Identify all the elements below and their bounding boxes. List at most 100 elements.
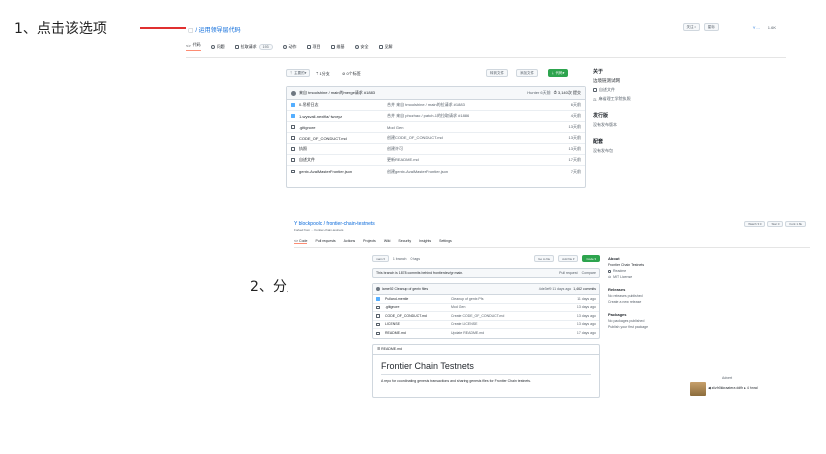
tab-wiki[interactable]: 维基 [330,42,345,51]
file-commit-message[interactable]: 更新README.md [387,157,419,163]
ad-text[interactable]: ◀ ziizfr0kkraatera ddfh ▸ 4 hnral [708,386,758,390]
star-button[interactable]: 星标 [703,23,719,31]
fork-repo-title[interactable]: Y blockpoolc / frontier-chain-testnets [294,221,375,227]
file-commit-message[interactable]: Create CODE_OF_CONDUCT.md [451,314,504,318]
file-name[interactable]: 0-吊桥日志 [299,102,319,108]
file-name[interactable]: 自述文件 [299,157,315,163]
file-row[interactable]: 执照 创建许可 13天前 [287,144,585,155]
tab-code[interactable]: <> 代码 [186,42,201,51]
tab-projects[interactable]: Projects [363,239,376,244]
tab-issues[interactable]: 问题 [210,42,225,51]
tab-insights[interactable]: 见解 [378,42,393,51]
create-release-link[interactable]: Create a new release [608,300,688,304]
tab-wiki[interactable]: Wiki [384,239,391,244]
commit-count[interactable]: ⏱ 3,140次 提交 [554,90,581,96]
watch-button[interactable]: Watch ▾ 0 [744,221,766,227]
tags-link[interactable]: ⊘ 0个标签 [342,71,361,77]
file-name[interactable]: 1-wysvall-nexifia/ tworyz [299,114,342,119]
issues-icon [210,44,215,49]
file-name[interactable]: 执照 [299,146,307,152]
file-row[interactable]: CODE_OF_CONDUCT.md 创建CODE_OF_CONDUCT.md 13… [287,133,585,144]
tab-code[interactable]: <> Code [294,239,308,244]
branches-link[interactable]: ᛘ 1分支 [316,71,330,77]
add-file-button[interactable]: 添加文件 [516,69,538,77]
publish-package-link[interactable]: Publish your first package [608,325,688,329]
file-row[interactable]: Pulland-mentle Cleanup of gentx Pfs 11 day… [373,295,599,304]
watch-button[interactable]: 关注 • [682,23,700,31]
tab-projects[interactable]: 项目 [306,42,321,51]
fork-button[interactable]: Fork 1.6k [785,221,806,227]
file-name[interactable]: CODE_OF_CONDUCT.md [385,314,427,318]
file-commit-time: 13 days ago [576,322,596,327]
file-row[interactable]: gentx-AvalMasterFrontier.json 创建gentx-Ava… [287,166,585,177]
tab-pull-requests[interactable]: 拉取请求 193 [234,42,273,51]
tab-actions[interactable]: Actions [344,239,355,244]
file-commit-message[interactable]: Update README.md [451,331,484,335]
branch-select[interactable]: ᛘ 主要的 ▾ [286,69,311,77]
branches-link[interactable]: 1 branch [393,257,407,261]
tags-link[interactable]: 0 tags [410,257,420,261]
latest-commit: 来自 tmoolshine / main的merge请求 #1883 Hunte… [287,87,585,100]
file-name[interactable]: CODE_OF_CONDUCT.md [299,136,347,141]
file-name[interactable]: .gitignore [385,305,399,309]
tab-settings[interactable]: Settings [439,239,452,244]
file-name[interactable]: gentx-AvalMasterFrontier.json [299,169,352,174]
file-name[interactable]: .gitignore [299,125,315,130]
fork-button[interactable]: Y ... [753,25,760,30]
file-row[interactable]: 1-wysvall-nexifia/ tworyz 合并 来自 phczhao /… [287,111,585,122]
commit-message[interactable]: 来自 tmoolshine / main的merge请求 #1883 [299,90,375,96]
license-link[interactable]: ⚖ MIT License [608,275,688,279]
tab-pull-requests[interactable]: Pull requests [315,239,335,244]
file-icon [376,305,380,309]
repo-title[interactable]: ▢ / 运用领导层代码 [188,25,241,34]
about-description: Frontier Chain Testnets [608,263,645,267]
file-commit-message[interactable]: 创建许可 [387,146,403,152]
file-name[interactable]: README.md [385,331,406,335]
tab-security[interactable]: Security [398,239,411,244]
releases-text: No releases published [608,294,643,298]
file-commit-message[interactable]: Mod Gen [451,305,465,309]
file-commit-message[interactable]: Mod Gen [387,125,403,130]
license-link[interactable]: ⚖ 麻省理工学院执照 [593,96,703,102]
file-list: lame92 Cleanup of gentx files 4de3ef9 11… [372,283,600,339]
file-row[interactable]: 0-吊桥日志 合并 来自 tmoolshine / main的拉请求 #1883 6… [287,100,585,111]
fork-count: 1.6K [767,24,776,30]
file-row[interactable]: LICENSE Create LICENSE 13 days ago [373,321,599,329]
folder-icon [291,103,295,107]
branch-bar: ᛘ 主要的 ▾ ᛘ 1分支 ⊘ 0个标签 转到文件 添加文件 ⤓ 代码 ▾ [286,68,586,80]
about-title: About [608,256,620,261]
tab-insights[interactable]: Insights [419,239,431,244]
tab-security[interactable]: 安全 [354,42,369,51]
code-button[interactable]: Code ▾ [582,255,600,262]
file-commit-time: 17天前 [568,157,581,162]
code-button[interactable]: ⤓ 代码 ▾ [548,69,569,77]
file-commit-message[interactable]: 合并 来自 tmoolshine / main的拉请求 #1883 [387,102,465,108]
commit-message[interactable]: lame92 Cleanup of gentx files [382,287,428,291]
file-commit-message[interactable]: Cleanup of gentx Pfs [451,297,484,301]
compare-link[interactable]: Compare [582,271,596,275]
file-name[interactable]: LICENSE [385,322,400,326]
add-file-button[interactable]: Add file ▾ [558,255,579,262]
goto-file-button[interactable]: 转到文件 [486,69,508,77]
file-row[interactable]: CODE_OF_CONDUCT.md Create CODE_OF_CONDUCT… [373,312,599,321]
pull-request-link[interactable]: Pull request [559,271,577,275]
file-row[interactable]: README.md Update README.md 17 days ago [373,329,599,338]
branch-select[interactable]: main ▾ [372,255,389,262]
file-name[interactable]: Pulland-mentle [385,297,408,301]
fork-repo-actions: Watch ▾ 0 Star 0 Fork 1.6k [744,221,806,227]
file-row[interactable]: .gitignore Mod Gen 13天前 [287,122,585,133]
file-row[interactable]: 自述文件 更新README.md 17天前 [287,155,585,166]
readme-link[interactable]: Readme [608,269,688,273]
commit-count[interactable]: 1,462 commits [573,287,596,291]
file-commit-message[interactable]: 创建gentx-AvalMasterFrontier.json [387,169,448,175]
goto-file-button[interactable]: Go to file [534,255,555,262]
file-row[interactable]: .gitignore Mod Gen 13 days ago [373,304,599,312]
tab-actions[interactable]: 动作 [282,42,297,51]
file-commit-message[interactable]: 创建CODE_OF_CONDUCT.md [387,135,443,141]
star-button[interactable]: Star 0 [767,221,784,227]
file-commit-message[interactable]: Create LICENSE [451,322,477,326]
file-commit-time: 6天前 [570,102,581,107]
readme-link[interactable]: 自述文件 [593,87,703,93]
forked-from-text: Forked from ... frontier-chain-testnets [294,228,344,232]
file-commit-message[interactable]: 合并 来自 phczhao / patch-1的拉取请求 #1886 [387,113,469,119]
